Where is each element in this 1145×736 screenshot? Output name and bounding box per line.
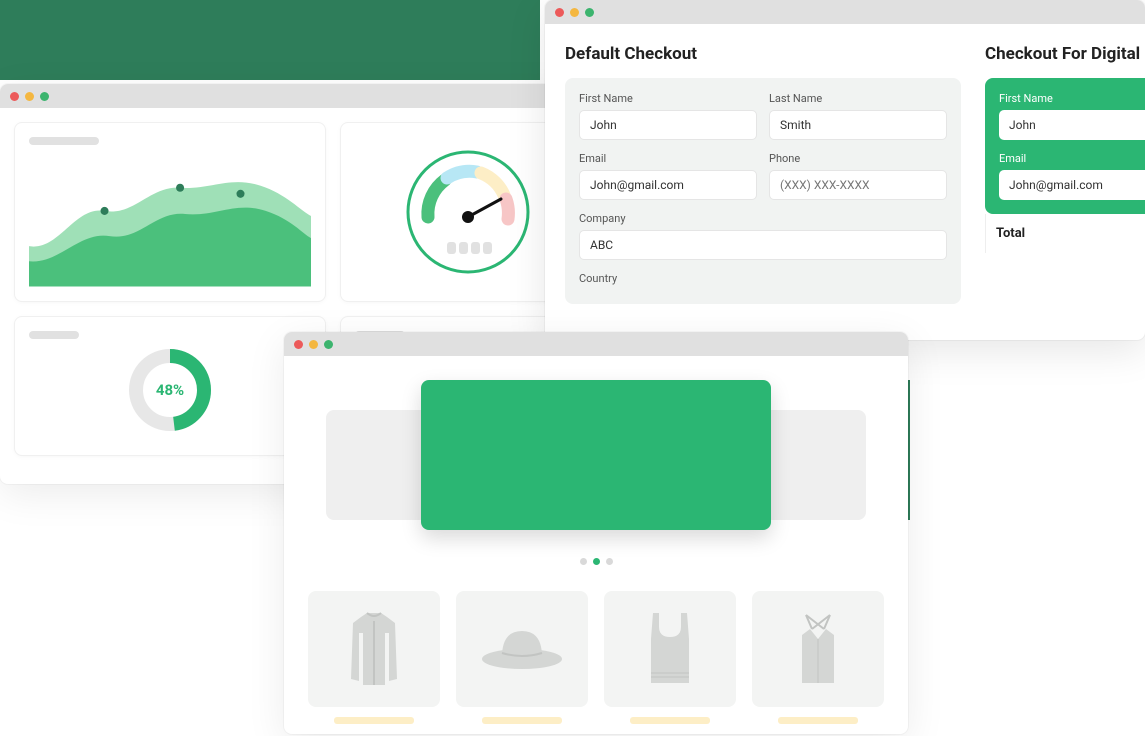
product-grid — [308, 591, 884, 724]
digital-checkout-title: Checkout For Digital Goods (Optimize Che… — [985, 44, 1145, 64]
email-label: Email — [579, 152, 757, 165]
storefront-window — [284, 332, 908, 734]
last-name-field[interactable] — [769, 110, 947, 140]
jacket-icon — [339, 609, 409, 689]
maximize-icon[interactable] — [40, 92, 49, 101]
tank-top-icon — [639, 609, 701, 689]
minimize-icon[interactable] — [570, 8, 579, 17]
company-field[interactable] — [579, 230, 947, 260]
last-name-label: Last Name — [769, 92, 947, 105]
window-titlebar — [0, 84, 598, 108]
gauge-chart — [403, 147, 533, 277]
first-name-label: First Name — [579, 92, 757, 105]
minimize-icon[interactable] — [309, 340, 318, 349]
card-title-placeholder — [29, 137, 99, 145]
card-title-placeholder — [29, 331, 79, 339]
digital-checkout-form: First Name Last Name Email Phone — [985, 78, 1145, 214]
window-titlebar — [545, 0, 1145, 24]
first-name-label: First Name — [999, 92, 1145, 105]
pager-dot[interactable] — [580, 558, 587, 565]
product-card[interactable] — [456, 591, 588, 724]
area-chart — [29, 155, 311, 287]
camisole-icon — [788, 609, 848, 689]
digital-checkout-column: Checkout For Digital Goods (Optimize Che… — [985, 44, 1145, 304]
close-icon[interactable] — [10, 92, 19, 101]
product-title-placeholder — [482, 717, 562, 724]
background-accent-top — [0, 0, 540, 80]
product-image-tank-top — [604, 591, 736, 707]
email-field[interactable] — [579, 170, 757, 200]
email-label: Email — [999, 152, 1145, 165]
phone-field[interactable] — [769, 170, 947, 200]
product-card[interactable] — [308, 591, 440, 724]
hero-carousel[interactable] — [308, 380, 884, 550]
area-chart-card — [14, 122, 326, 302]
pager-dot[interactable] — [593, 558, 600, 565]
checkout-window: Default Checkout First Name Last Name Em… — [545, 0, 1145, 340]
email-field[interactable] — [999, 170, 1145, 200]
maximize-icon[interactable] — [324, 340, 333, 349]
close-icon[interactable] — [294, 340, 303, 349]
maximize-icon[interactable] — [585, 8, 594, 17]
close-icon[interactable] — [555, 8, 564, 17]
company-label: Company — [579, 212, 947, 225]
default-checkout-title: Default Checkout — [565, 44, 961, 64]
first-name-field[interactable] — [579, 110, 757, 140]
hat-icon — [477, 619, 567, 679]
product-title-placeholder — [630, 717, 710, 724]
donut-value: 48% — [156, 381, 184, 399]
product-image-camisole — [752, 591, 884, 707]
product-title-placeholder — [334, 717, 414, 724]
order-total-row: Total $150 — [985, 214, 1145, 253]
donut-card: 48% — [14, 316, 326, 456]
first-name-field[interactable] — [999, 110, 1145, 140]
country-label: Country — [579, 272, 947, 285]
product-image-hat — [456, 591, 588, 707]
total-label: Total — [996, 226, 1025, 241]
minimize-icon[interactable] — [25, 92, 34, 101]
pager-dot[interactable] — [606, 558, 613, 565]
phone-label: Phone — [769, 152, 947, 165]
carousel-slide-active — [421, 380, 771, 530]
default-checkout-form: First Name Last Name Email Phone — [565, 78, 961, 304]
product-image-jacket — [308, 591, 440, 707]
default-checkout-column: Default Checkout First Name Last Name Em… — [565, 44, 961, 304]
product-title-placeholder — [778, 717, 858, 724]
product-card[interactable] — [752, 591, 884, 724]
product-card[interactable] — [604, 591, 736, 724]
carousel-pager — [580, 558, 613, 565]
window-titlebar — [284, 332, 908, 356]
